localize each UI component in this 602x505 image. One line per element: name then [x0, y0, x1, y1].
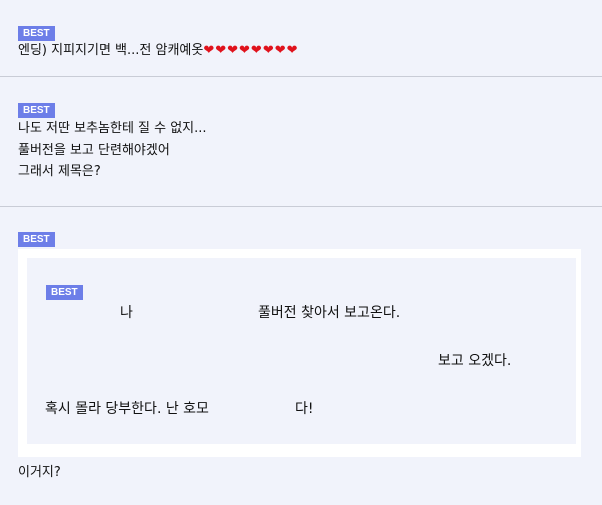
comment-line-1: 나도 저딴 보추놈한테 질 수 없지...	[18, 121, 207, 136]
comment-line-2: 풀버전을 보고 단련해야겠어	[18, 143, 170, 158]
best-badge: BEST	[18, 232, 55, 247]
quote-line-1b: 풀버전 찾아서 보고온다.	[258, 305, 401, 321]
best-badge: BEST	[18, 103, 55, 118]
heart-icons: ❤❤❤❤❤❤❤❤	[203, 43, 299, 58]
comment-line-3: 그래서 제목은?	[18, 164, 101, 179]
quote-line-2: 보고 오겠다.	[438, 353, 512, 369]
best-badge: BEST	[18, 26, 55, 41]
comment-after-quote: 이거지?	[18, 465, 61, 480]
quoted-comment: BEST 나 풀버전 찾아서 보고온다. 보고 오겠다. 혹시 몰라 당부한다.…	[27, 258, 576, 444]
comment-text-body: 엔딩) 지피지기면 백...전 암캐예옷	[18, 43, 204, 58]
comment-text: 엔딩) 지피지기면 백...전 암캐예옷❤❤❤❤❤❤❤❤	[18, 42, 299, 60]
comment-divider	[0, 206, 602, 207]
comment-divider	[0, 76, 602, 77]
best-badge: BEST	[46, 285, 83, 300]
quote-line-3a: 혹시 몰라 당부한다. 난 호모	[45, 401, 209, 417]
quote-line-3b: 다!	[295, 401, 314, 417]
quote-line-1a: 나	[120, 305, 133, 321]
